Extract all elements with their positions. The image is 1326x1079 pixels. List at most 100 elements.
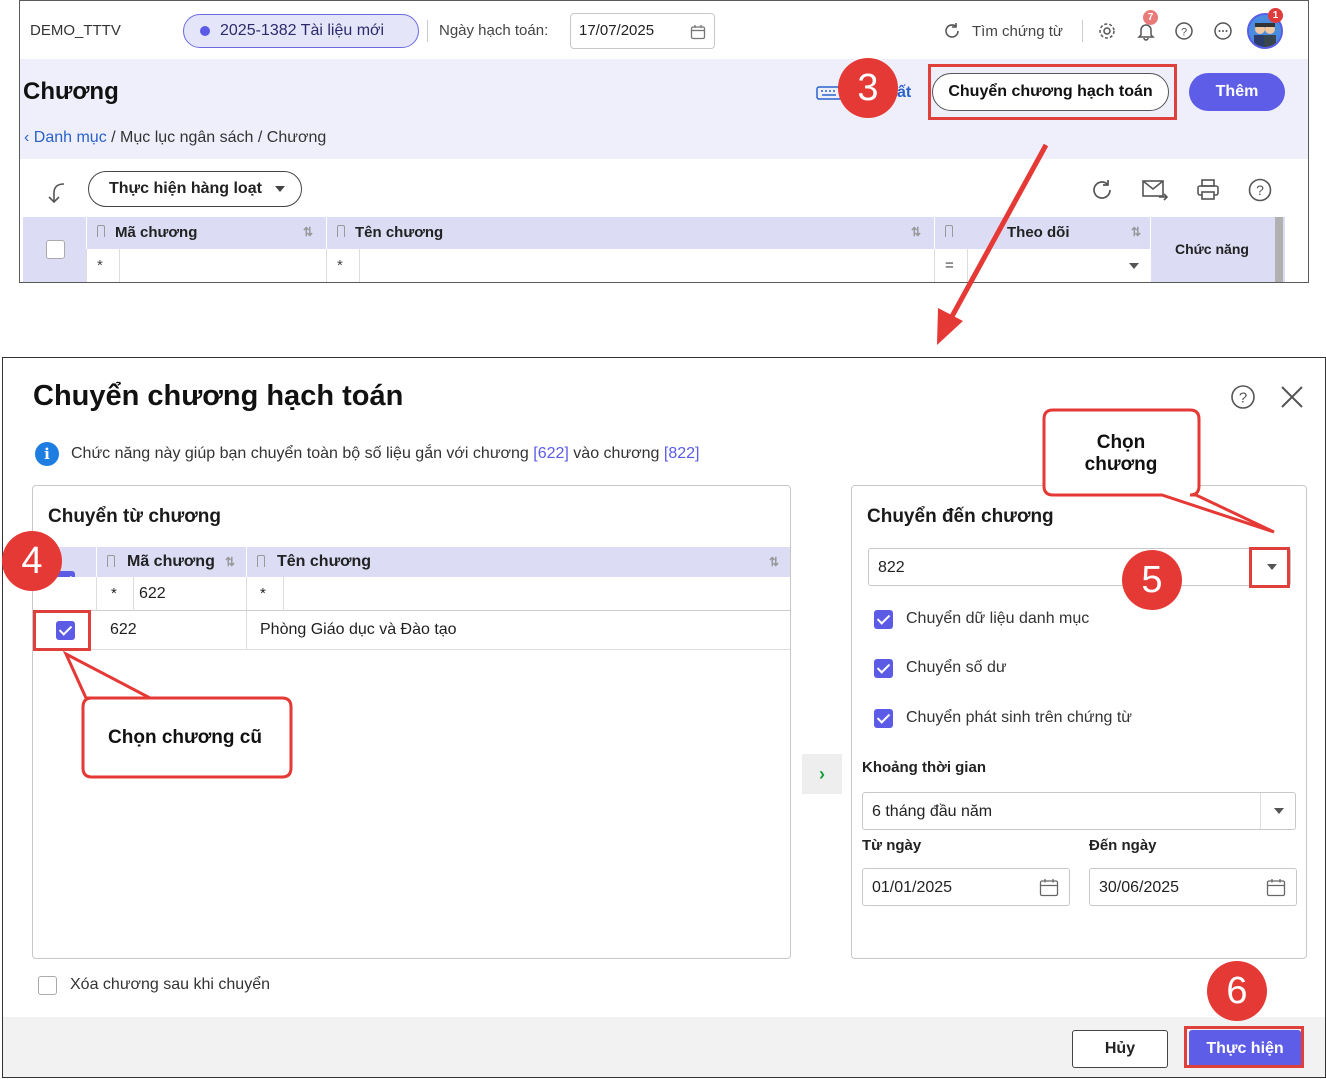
- column-header-name[interactable]: Tên chương ⇅: [246, 547, 790, 577]
- breadcrumb: ‹ Danh mục / Mục lục ngân sách / Chương: [24, 129, 326, 147]
- page-title: Chương: [23, 78, 119, 105]
- breadcrumb-rest: / Mục lục ngân sách / Chương: [106, 129, 327, 146]
- help-icon[interactable]: ?: [1247, 177, 1273, 203]
- target-panel-title: Chuyển đến chương: [867, 506, 1054, 527]
- column-header-name[interactable]: Tên chương ⇅: [326, 217, 934, 249]
- sort-icon[interactable]: ⇅: [225, 555, 235, 569]
- sort-icon[interactable]: ⇅: [911, 225, 921, 239]
- sort-icon[interactable]: ⇅: [769, 555, 779, 569]
- step-3-marker: 3: [838, 58, 898, 118]
- calendar-icon[interactable]: [1266, 878, 1286, 897]
- source-chapter-panel: Chuyển từ chương Mã chương ⇅ Tên chương ⇅ …: [32, 485, 791, 959]
- filter-name[interactable]: *: [326, 249, 934, 282]
- filter-name[interactable]: *: [246, 577, 790, 611]
- info-text: Chức năng này giúp bạn chuyển toàn bộ số…: [71, 445, 700, 462]
- breadcrumb-back-icon[interactable]: ‹: [24, 129, 34, 146]
- table-row[interactable]: 622 Phòng Giáo dục và Đào tạo: [33, 611, 790, 650]
- highlight-transfer-button: [928, 64, 1177, 120]
- top-bar: DEMO_TTTV 2025-1382 Tài liệu mới Ngày hạ…: [20, 1, 1308, 59]
- search-document-label: Tìm chứng từ: [972, 22, 1063, 40]
- svg-text:?: ?: [1239, 390, 1247, 407]
- cancel-button[interactable]: Hủy: [1072, 1030, 1168, 1068]
- grid-toolbar: Thực hiện hàng loạt ?: [20, 159, 1308, 217]
- target-chapter-select[interactable]: 822: [868, 548, 1291, 586]
- pin-icon[interactable]: [107, 555, 115, 567]
- from-date-label: Từ ngày: [862, 837, 922, 854]
- page-header: Chương ‹ Danh mục / Mục lục ngân sách / …: [20, 59, 1308, 159]
- document-pill-label: 2025-1382 Tài liệu mới: [220, 22, 385, 39]
- filter-code[interactable]: * 622: [96, 577, 246, 611]
- target-chapter-panel: Chuyển đến chương 822 Chuyển dữ liệu dan…: [851, 485, 1307, 959]
- period-value: 6 tháng đầu năm: [872, 803, 993, 820]
- grid-header: Mã chương ⇅ Tên chương ⇅ Theo dõi ⇅ Chức nă…: [23, 217, 1285, 282]
- period-select[interactable]: 6 tháng đầu năm: [862, 792, 1296, 830]
- posting-date-field[interactable]: 17/07/2025: [570, 13, 715, 49]
- search-document-button[interactable]: Tìm chứng từ: [942, 21, 1063, 41]
- callout-select-chapter: Chọn chương: [1084, 432, 1158, 475]
- info-icon: i: [35, 442, 59, 466]
- company-name[interactable]: DEMO_TTTV: [30, 22, 121, 39]
- highlight-execute-button: [1184, 1026, 1304, 1068]
- export-link[interactable]: ất: [897, 84, 911, 102]
- option-checkbox[interactable]: [874, 709, 893, 728]
- from-date-field[interactable]: 01/01/2025: [862, 868, 1070, 906]
- notification-count-badge: 7: [1143, 10, 1158, 25]
- source-grid-header: Mã chương ⇅ Tên chương ⇅: [33, 547, 790, 590]
- step-5-marker: 5: [1122, 550, 1182, 610]
- column-header-follow[interactable]: Theo dõi ⇅: [934, 217, 1150, 249]
- filter-follow[interactable]: =: [934, 249, 1150, 282]
- breadcrumb-link-catalog[interactable]: Danh mục: [34, 129, 107, 146]
- source-panel-title: Chuyển từ chương: [48, 506, 221, 527]
- print-icon[interactable]: [1195, 177, 1221, 203]
- row-name: Phòng Giáo dục và Đào tạo: [246, 611, 790, 650]
- pin-icon[interactable]: [257, 555, 265, 567]
- pin-icon[interactable]: [945, 225, 953, 237]
- option-checkbox[interactable]: [38, 976, 57, 995]
- grid-scrollbar[interactable]: [1275, 217, 1283, 282]
- select-all-checkbox[interactable]: [46, 240, 65, 259]
- more-icon[interactable]: [1213, 21, 1233, 41]
- target-chapter-value: 822: [878, 559, 905, 576]
- dialog-title: Chuyển chương hạch toán: [33, 380, 404, 412]
- step-4-marker: 4: [2, 531, 62, 591]
- source-grid-filter: * 622 *: [33, 577, 790, 611]
- collapse-arrow-icon[interactable]: [46, 181, 68, 205]
- option-checkbox[interactable]: [874, 659, 893, 678]
- sort-icon[interactable]: ⇅: [303, 225, 313, 239]
- chevron-down-icon[interactable]: [1274, 808, 1284, 814]
- help-icon[interactable]: ?: [1174, 21, 1194, 41]
- from-date-value: 01/01/2025: [872, 879, 953, 896]
- to-date-value: 30/06/2025: [1099, 879, 1180, 896]
- divider: [427, 20, 428, 42]
- calendar-icon[interactable]: [1039, 878, 1059, 897]
- move-right-button[interactable]: ›: [802, 754, 842, 794]
- avatar-badge: 1: [1268, 8, 1283, 23]
- pin-icon[interactable]: [337, 225, 345, 237]
- column-header-code[interactable]: Mã chương ⇅: [86, 217, 326, 249]
- posting-date-value: 17/07/2025: [579, 22, 655, 39]
- document-pill[interactable]: 2025-1382 Tài liệu mới: [183, 14, 419, 48]
- filter-code[interactable]: *: [86, 249, 326, 282]
- refresh-icon[interactable]: [1089, 177, 1115, 203]
- pin-icon[interactable]: [97, 225, 105, 237]
- pointer-arrow-head: [937, 308, 963, 345]
- chevron-down-icon: [1129, 263, 1139, 269]
- close-icon[interactable]: [1279, 384, 1305, 410]
- main-window: DEMO_TTTV 2025-1382 Tài liệu mới Ngày hạ…: [19, 0, 1309, 283]
- column-header-code[interactable]: Mã chương ⇅: [96, 547, 246, 577]
- refresh-search-icon: [945, 23, 959, 38]
- status-dot-icon: [200, 26, 210, 36]
- to-date-label: Đến ngày: [1089, 837, 1157, 854]
- calendar-icon: [690, 25, 706, 40]
- to-date-field[interactable]: 30/06/2025: [1089, 868, 1297, 906]
- info-message: i Chức năng này giúp bạn chuyển toàn bộ …: [35, 442, 699, 466]
- option-checkbox[interactable]: [874, 610, 893, 629]
- help-icon[interactable]: ?: [1230, 384, 1256, 410]
- add-button[interactable]: Thêm: [1189, 73, 1285, 111]
- svg-text:?: ?: [1181, 27, 1187, 39]
- sort-icon[interactable]: ⇅: [1131, 225, 1141, 239]
- gear-icon[interactable]: [1097, 21, 1117, 41]
- email-icon[interactable]: [1141, 177, 1169, 203]
- svg-text:?: ?: [1256, 182, 1264, 198]
- batch-action-dropdown[interactable]: Thực hiện hàng loạt: [88, 171, 302, 207]
